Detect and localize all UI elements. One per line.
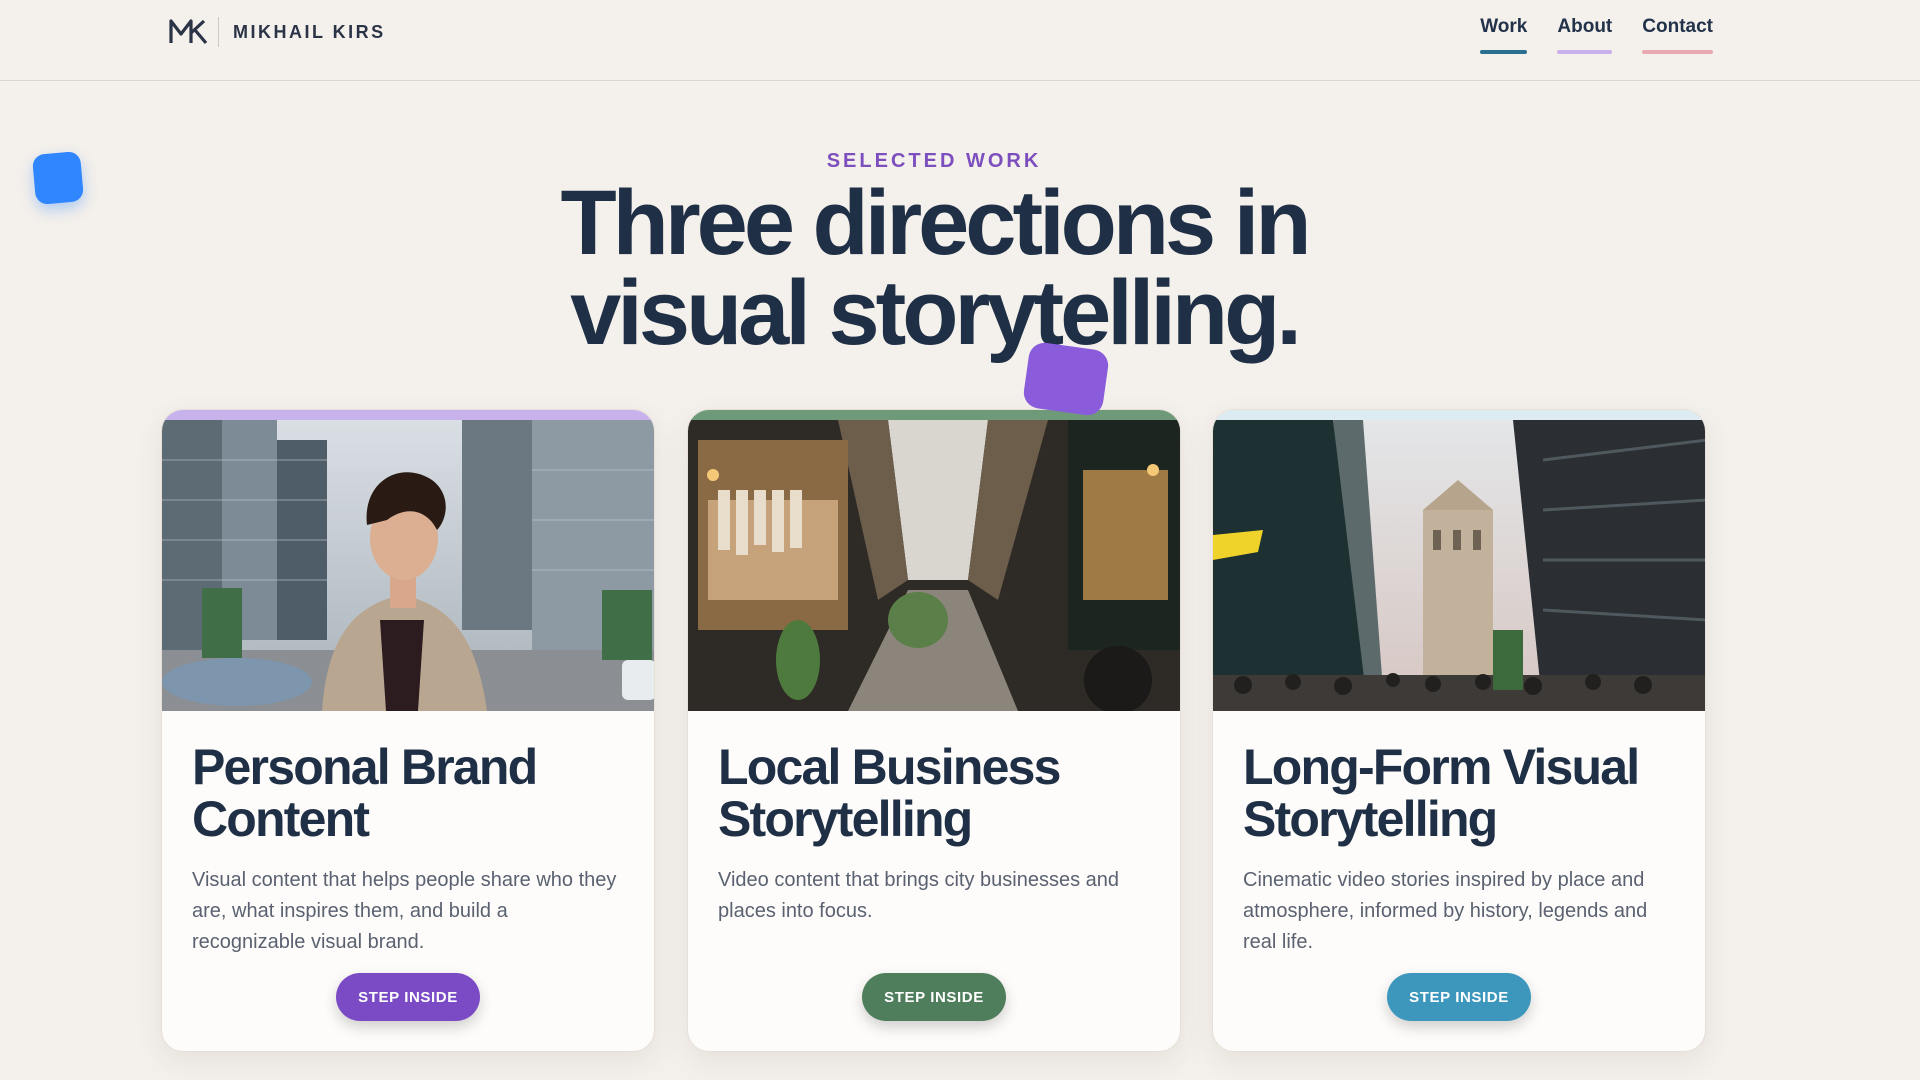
site-header: MIKHAIL KIRS Work About Contact: [0, 0, 1920, 81]
card-title: Local Business Storytelling: [718, 741, 1150, 845]
work-card-personal-brand: Personal Brand Content Visual content th…: [161, 409, 655, 1052]
nav-contact[interactable]: Contact: [1642, 16, 1713, 54]
card-description: Video content that brings city businesse…: [718, 869, 1119, 922]
brand-divider: [218, 17, 219, 47]
card-title: Long-Form Visual Storytelling: [1243, 741, 1675, 845]
nav-contact-underline: [1642, 50, 1713, 54]
card-accent-bar: [688, 410, 1180, 420]
nav-contact-label: Contact: [1642, 16, 1713, 37]
card-accent-bar: [162, 410, 654, 420]
card-description: Visual content that helps people share w…: [192, 869, 617, 953]
nav-about[interactable]: About: [1557, 16, 1613, 54]
nav-work-underline: [1480, 50, 1528, 54]
card-accent-bar: [1213, 410, 1705, 420]
step-inside-button[interactable]: STEP INSIDE: [1387, 973, 1531, 1021]
hero-title-line1: Three directions in: [560, 172, 1311, 274]
shopping-arcade-photo: [688, 420, 1180, 711]
woman-in-city-photo: [162, 420, 654, 711]
card-title-line1: Local Business: [718, 739, 1061, 795]
brand[interactable]: MIKHAIL KIRS: [168, 16, 386, 48]
card-description: Cinematic video stories inspired by plac…: [1243, 869, 1648, 953]
hero-title: Three directions in visual storytelling.: [0, 172, 1868, 364]
main-nav: Work About Contact: [1480, 16, 1713, 54]
card-title: Personal Brand Content: [192, 741, 624, 845]
nav-work-label: Work: [1480, 16, 1528, 37]
nav-about-underline: [1557, 50, 1613, 54]
tower-bridge-street-photo: [1213, 420, 1705, 711]
hero-title-line2: visual storytelling.: [570, 262, 1302, 364]
section-eyebrow: SELECTED WORK: [826, 150, 1042, 172]
card-title-line1: Personal Brand: [192, 739, 538, 795]
card-title-line2: Storytelling: [718, 791, 973, 847]
nav-work[interactable]: Work: [1480, 16, 1528, 54]
work-card-local-business: Local Business Storytelling Video conten…: [687, 409, 1181, 1052]
work-card-long-form: Long-Form Visual Storytelling Cinematic …: [1212, 409, 1706, 1052]
card-title-line1: Long-Form Visual: [1243, 739, 1640, 795]
brand-name: MIKHAIL KIRS: [233, 21, 386, 42]
mk-logo-icon: [169, 19, 208, 45]
card-title-line2: Storytelling: [1243, 791, 1498, 847]
step-inside-button[interactable]: STEP INSIDE: [862, 973, 1006, 1021]
nav-about-label: About: [1557, 16, 1613, 37]
decorative-purple-shape: [1021, 340, 1111, 418]
step-inside-button[interactable]: STEP INSIDE: [336, 973, 480, 1021]
card-title-line2: Content: [192, 791, 370, 847]
